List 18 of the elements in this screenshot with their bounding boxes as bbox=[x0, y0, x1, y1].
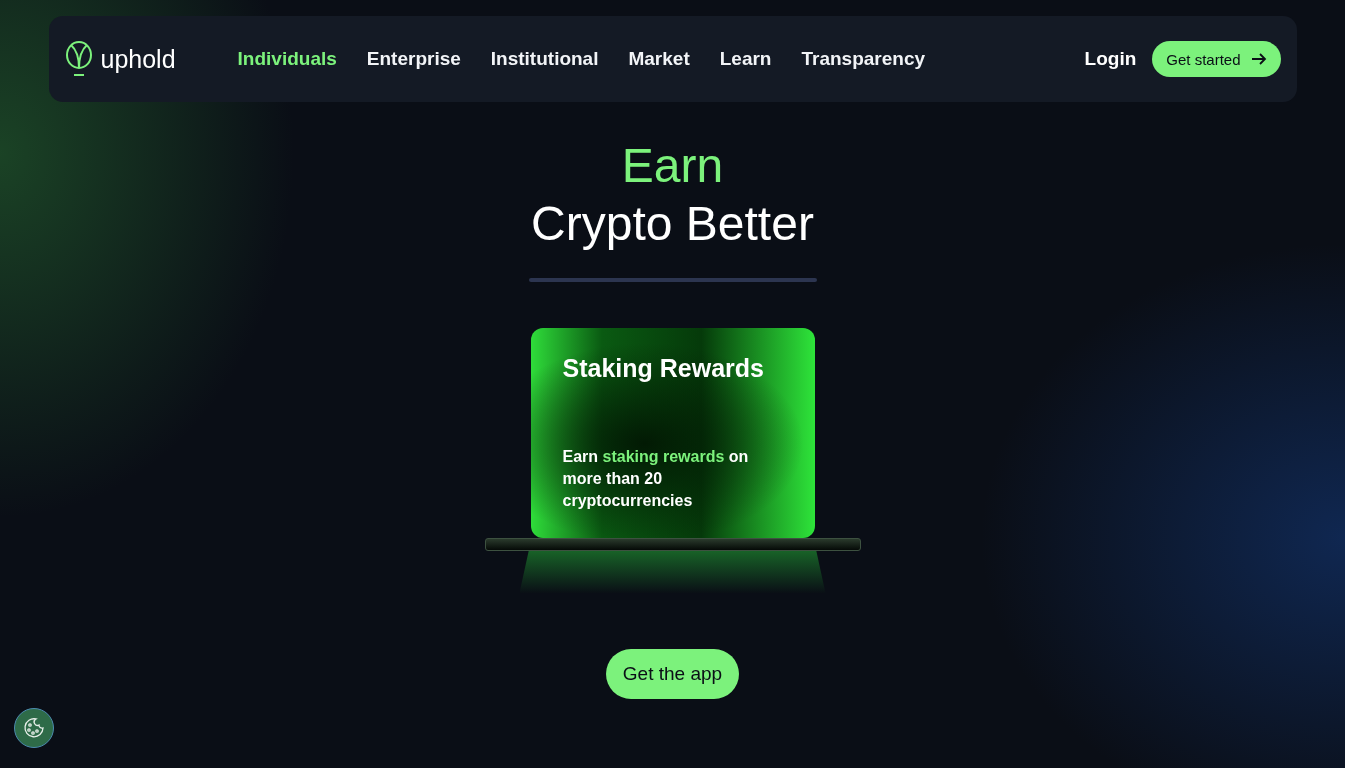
login-link[interactable]: Login bbox=[1084, 48, 1137, 70]
nav-link[interactable]: Learn bbox=[719, 48, 772, 70]
logo-icon bbox=[64, 40, 93, 78]
nav-link[interactable]: Individuals bbox=[237, 48, 337, 70]
cookie-icon bbox=[22, 716, 46, 740]
nav-link[interactable]: Market bbox=[628, 48, 690, 70]
get-app-button[interactable]: Get the app bbox=[605, 649, 740, 699]
cookie-settings-button[interactable] bbox=[14, 708, 54, 748]
hero-title-accent: Earn bbox=[621, 138, 724, 194]
card-title: Staking Rewards bbox=[562, 354, 765, 383]
card-description: Earn staking rewards on more than 20 cryptocurrencies bbox=[562, 447, 750, 511]
logo-text: uphold bbox=[100, 44, 176, 74]
nav-link[interactable]: Transparency bbox=[801, 48, 926, 70]
nav-link[interactable]: Institutional bbox=[490, 48, 599, 70]
hero-title: Crypto Better bbox=[531, 196, 814, 252]
get-started-button[interactable]: Get started bbox=[1152, 41, 1281, 77]
nav-link[interactable]: Enterprise bbox=[366, 48, 461, 70]
arrow-right-icon bbox=[1250, 52, 1267, 66]
